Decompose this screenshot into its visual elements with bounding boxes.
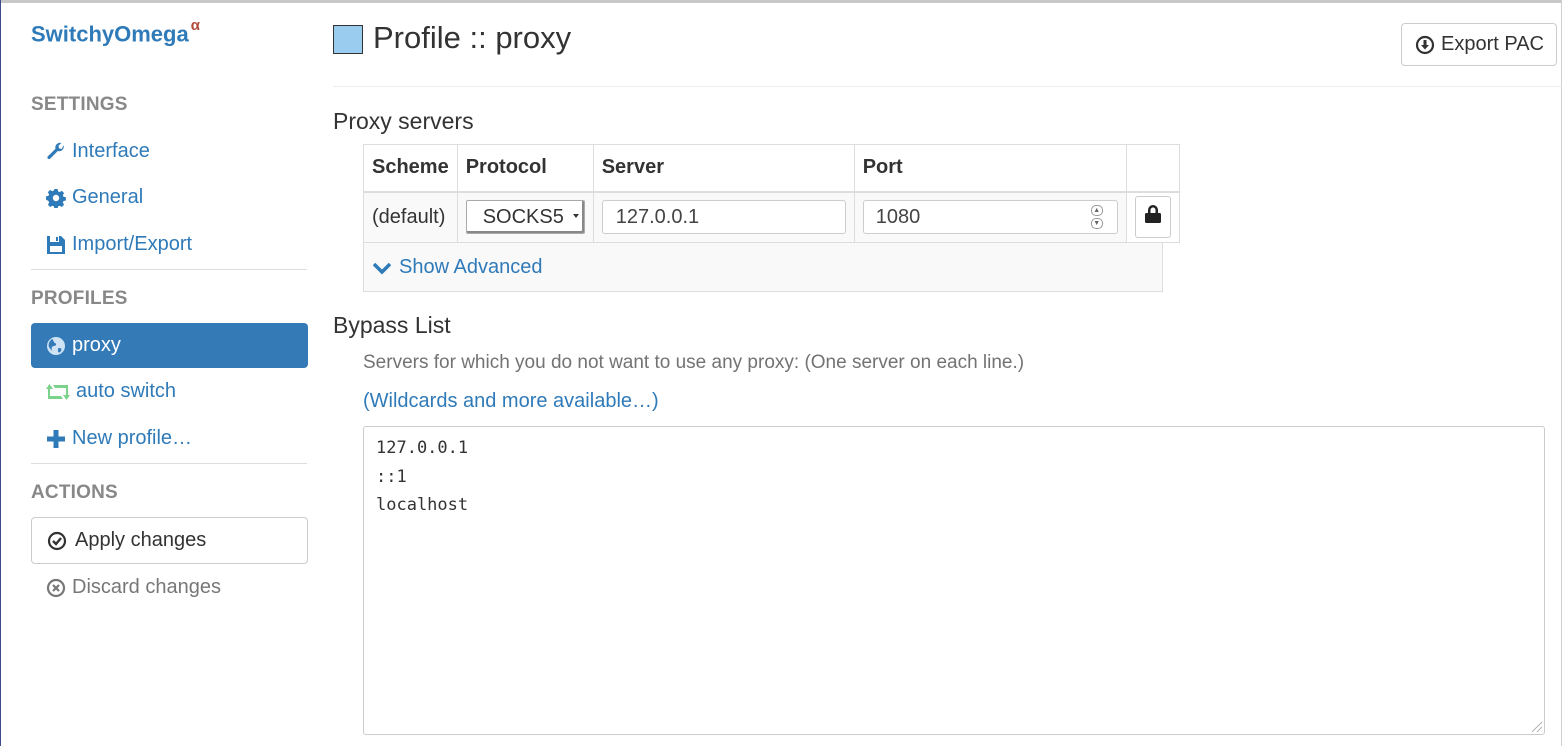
sidebar-item-new-profile[interactable]: New profile…	[46, 427, 192, 450]
port-cell: 1080 ▲ ▼	[853, 191, 1127, 243]
window-top-border	[0, 0, 1562, 3]
window-left-border	[0, 0, 1, 746]
actions-header: ACTIONS	[31, 482, 118, 503]
wildcards-link[interactable]: (Wildcards and more available…)	[363, 390, 659, 413]
discard-changes-label: Discard changes	[72, 576, 221, 598]
protocol-cell: SOCKS5	[456, 191, 594, 243]
discard-changes-button[interactable]: Discard changes	[46, 576, 221, 599]
alpha-badge: α	[190, 17, 200, 34]
lock-icon	[1144, 204, 1162, 230]
cancel-circle-icon	[46, 578, 66, 598]
protocol-select[interactable]: SOCKS5	[465, 200, 585, 235]
profiles-header: PROFILES	[31, 288, 128, 309]
floppy-icon	[46, 235, 66, 255]
spin-down-icon[interactable]: ▼	[1090, 218, 1103, 230]
wrench-icon	[46, 142, 66, 162]
app-name: SwitchyOmega	[31, 21, 189, 47]
server-value: 127.0.0.1	[615, 205, 700, 228]
sidebar-item-label: Interface	[72, 140, 150, 162]
sidebar-item-label: General	[72, 186, 144, 208]
apply-changes-label: Apply changes	[75, 529, 207, 551]
page-title: Profile :: proxy	[373, 20, 572, 55]
column-header-server: Server	[592, 144, 855, 193]
column-header-lock	[1125, 144, 1180, 193]
server-input[interactable]: 127.0.0.1	[601, 200, 846, 235]
sidebar-item-label: New profile…	[72, 427, 193, 449]
retweet-icon	[46, 382, 70, 402]
port-spinner[interactable]: ▲ ▼	[1090, 205, 1103, 230]
bypass-line: localhost	[376, 495, 469, 515]
export-pac-label: Export PAC	[1441, 33, 1544, 55]
chevron-down-icon	[373, 259, 391, 277]
spin-up-icon[interactable]: ▲	[1090, 205, 1103, 217]
sidebar-divider	[31, 463, 307, 464]
profile-color-swatch[interactable]	[333, 25, 363, 54]
auth-lock-button[interactable]	[1134, 196, 1171, 239]
port-input[interactable]: 1080 ▲ ▼	[862, 200, 1118, 235]
gear-icon	[46, 188, 66, 208]
proxy-servers-table: Scheme Protocol Server Port (default) SO…	[363, 144, 1180, 243]
globe-icon	[46, 336, 66, 356]
port-value: 1080	[875, 205, 921, 228]
proxy-servers-title: Proxy servers	[333, 108, 474, 134]
settings-header: SETTINGS	[31, 94, 128, 115]
column-header-scheme: Scheme	[363, 144, 458, 193]
protocol-value: SOCKS5	[482, 205, 564, 228]
sidebar-item-label: auto switch	[76, 380, 177, 402]
column-header-port: Port	[853, 144, 1127, 193]
bypass-line: ::1	[376, 466, 407, 487]
bypass-list-title: Bypass List	[333, 312, 451, 338]
check-circle-icon	[47, 531, 67, 551]
export-pac-button[interactable]: Export PAC	[1401, 23, 1557, 66]
table-row: (default) SOCKS5 127.0.0.1 1080 ▲ ▼	[363, 191, 1180, 243]
column-header-protocol: Protocol	[456, 144, 594, 193]
app-brand[interactable]: SwitchyOmega α	[31, 17, 200, 47]
sidebar-item-proxy[interactable]: proxy	[31, 323, 308, 368]
show-advanced-link[interactable]: Show Advanced	[373, 256, 542, 279]
show-advanced-label: Show Advanced	[399, 256, 543, 278]
resize-handle[interactable]	[1532, 722, 1542, 732]
bypass-list-textarea[interactable]: 127.0.0.1 ::1 localhost	[363, 426, 1545, 735]
sidebar-item-interface[interactable]: Interface	[46, 140, 150, 163]
sidebar-item-import-export[interactable]: Import/Export	[46, 233, 192, 256]
server-cell: 127.0.0.1	[592, 191, 855, 243]
bypass-line: 127.0.0.1	[376, 438, 469, 458]
table-header-row: Scheme Protocol Server Port	[363, 144, 1180, 193]
plus-icon	[46, 429, 66, 449]
sidebar-item-auto-switch[interactable]: auto switch	[46, 380, 176, 403]
header-divider	[333, 86, 1562, 87]
download-circle-icon	[1415, 35, 1435, 55]
lock-cell	[1125, 191, 1180, 243]
bypass-help-text: Servers for which you do not want to use…	[363, 352, 1025, 373]
sidebar-divider	[31, 269, 307, 270]
sidebar-item-general[interactable]: General	[46, 186, 143, 209]
sidebar-item-label: proxy	[72, 334, 121, 356]
scheme-cell: (default)	[363, 191, 458, 243]
select-caret-icon	[572, 214, 579, 219]
sidebar-item-label: Import/Export	[72, 233, 193, 255]
apply-changes-button[interactable]: Apply changes	[31, 517, 308, 564]
